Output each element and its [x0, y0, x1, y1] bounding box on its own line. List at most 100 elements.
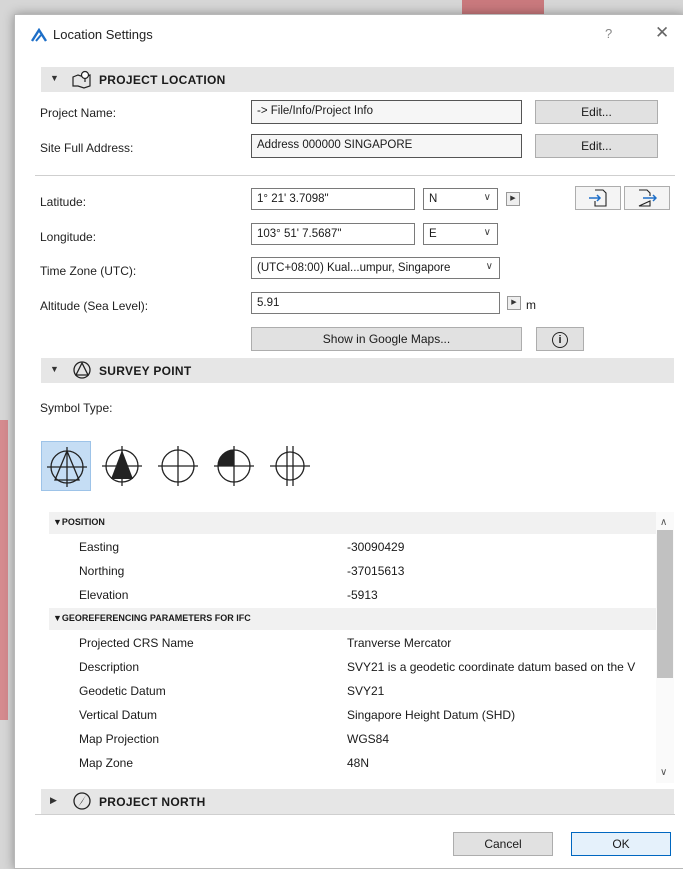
window-title: Location Settings: [53, 27, 153, 42]
archicad-logo-icon: [31, 28, 47, 42]
edit-site-address-button[interactable]: Edit...: [535, 134, 658, 158]
property-value: Singapore Height Datum (SHD): [347, 708, 516, 722]
table-row[interactable]: Northing -37015613: [49, 560, 656, 583]
table-row[interactable]: Map Projection WGS84: [49, 728, 656, 751]
export-file-icon: [638, 189, 658, 207]
survey-point-header[interactable]: ▼ SURVEY POINT: [41, 358, 674, 383]
project-north-header[interactable]: ▶ PROJECT NORTH: [41, 789, 674, 814]
table-row[interactable]: Description SVY21 is a geodetic coordinat…: [49, 656, 656, 679]
info-button[interactable]: i: [536, 327, 584, 351]
section-title: SURVEY POINT: [99, 364, 192, 378]
property-value: Tranverse Mercator: [347, 636, 452, 650]
scrollbar-thumb[interactable]: [657, 530, 673, 678]
property-name: Projected CRS Name: [79, 636, 194, 650]
property-name: Vertical Datum: [79, 708, 158, 722]
property-value: SVY21 is a geodetic coordinate datum bas…: [347, 660, 636, 674]
collapsed-triangle-icon: ▶: [50, 795, 57, 805]
import-file-icon: [589, 189, 607, 207]
timezone-select[interactable]: (UTC+08:00) Kual...umpur, Singapore ∨: [251, 257, 500, 279]
survey-point-properties-table: ▼POSITION Easting -30090429 Northing -37015…: [49, 512, 674, 783]
table-row[interactable]: Vertical Datum Singapore Height Datum (SH…: [49, 704, 656, 727]
scroll-up-arrow-icon[interactable]: ∧: [660, 517, 667, 528]
property-value: SVY21: [347, 684, 385, 698]
project-name-label: Project Name:: [40, 106, 117, 120]
show-in-google-maps-button[interactable]: Show in Google Maps...: [251, 327, 522, 351]
symbol-option-4[interactable]: [209, 441, 259, 491]
altitude-arrow-icon[interactable]: ▶: [507, 296, 521, 310]
property-value: WGS84: [347, 732, 390, 746]
property-value: -5913: [347, 588, 378, 602]
longitude-direction-select[interactable]: E ∨: [423, 223, 498, 245]
altitude-unit: m: [526, 298, 536, 312]
table-row[interactable]: Map Zone 48N: [49, 752, 656, 775]
property-value: -37015613: [347, 564, 405, 578]
project-location-header[interactable]: ▼ PROJECT LOCATION: [41, 67, 674, 92]
project-north-icon: [73, 792, 91, 810]
table-row[interactable]: Easting -30090429: [49, 536, 656, 559]
cancel-button[interactable]: Cancel: [453, 832, 553, 856]
import-location-button[interactable]: [575, 186, 621, 210]
edit-project-name-button[interactable]: Edit...: [535, 100, 658, 124]
scroll-down-arrow-icon[interactable]: ∨: [660, 767, 667, 778]
property-name: Easting: [79, 540, 120, 554]
site-address-label: Site Full Address:: [40, 141, 134, 155]
section-title: PROJECT NORTH: [99, 795, 206, 809]
timezone-label: Time Zone (UTC):: [40, 264, 137, 278]
site-address-field[interactable]: Address 000000 SINGAPORE: [251, 134, 522, 158]
project-name-field[interactable]: -> File/Info/Project Info: [251, 100, 522, 124]
property-name: Elevation: [79, 588, 129, 602]
table-row[interactable]: Geodetic Datum SVY21: [49, 680, 656, 703]
export-location-button[interactable]: [624, 186, 670, 210]
chevron-down-icon: ∨: [485, 261, 493, 272]
longitude-direction-value: E: [429, 228, 437, 240]
background-accent-left: [0, 420, 8, 720]
latitude-direction-select[interactable]: N ∨: [423, 188, 498, 210]
divider: [35, 175, 675, 176]
altitude-label: Altitude (Sea Level):: [40, 299, 149, 313]
property-name: Northing: [79, 564, 125, 578]
table-row[interactable]: Elevation -5913: [49, 584, 656, 607]
chevron-down-icon: ∨: [483, 227, 491, 238]
survey-symbol-triangle-filled-icon: [102, 446, 142, 486]
help-button[interactable]: ?: [605, 26, 612, 41]
longitude-input[interactable]: 103° 51' 7.5687": [251, 223, 415, 245]
location-map-icon: [72, 70, 91, 89]
timezone-value: (UTC+08:00) Kual...umpur, Singapore: [257, 262, 451, 274]
position-group-header[interactable]: ▼POSITION: [49, 512, 656, 534]
chevron-down-icon: ∨: [483, 192, 491, 203]
position-group-label: ▼POSITION: [53, 517, 105, 527]
latitude-input[interactable]: 1° 21' 3.7098": [251, 188, 415, 210]
longitude-label: Longitude:: [40, 230, 97, 244]
survey-point-icon: [73, 361, 91, 379]
property-name: Map Zone: [79, 756, 134, 770]
expanded-triangle-icon: ▼: [50, 73, 59, 83]
info-icon: i: [552, 332, 568, 348]
property-name: Description: [79, 660, 140, 674]
altitude-input[interactable]: 5.91: [251, 292, 500, 314]
property-name: Geodetic Datum: [79, 684, 166, 698]
georef-group-header[interactable]: ▼GEOREFERENCING PARAMETERS FOR IFC: [49, 608, 656, 630]
survey-symbol-triangle-outline-icon: [47, 447, 87, 487]
property-value: 48N: [347, 756, 370, 770]
table-row[interactable]: Projected CRS Name Tranverse Mercator: [49, 632, 656, 655]
latitude-direction-value: N: [429, 193, 438, 205]
survey-symbol-quarter-filled-icon: [214, 446, 254, 486]
symbol-type-label: Symbol Type:: [40, 401, 113, 415]
location-settings-dialog: Location Settings ? ✕ ▼ PROJECT LOCATION…: [14, 14, 683, 869]
georef-group-label: ▼GEOREFERENCING PARAMETERS FOR IFC: [53, 613, 251, 623]
ok-button[interactable]: OK: [571, 832, 671, 856]
symbol-option-3[interactable]: [153, 441, 203, 491]
survey-symbol-double-cross-icon: [270, 446, 310, 486]
close-button[interactable]: ✕: [655, 23, 669, 43]
expanded-triangle-icon: ▼: [50, 364, 59, 374]
title-bar: Location Settings ? ✕: [15, 15, 683, 53]
section-title: PROJECT LOCATION: [99, 73, 226, 87]
symbol-option-2[interactable]: [97, 441, 147, 491]
survey-symbol-crosshair-icon: [158, 446, 198, 486]
property-value: -30090429: [347, 540, 405, 554]
symbol-option-5[interactable]: [265, 441, 315, 491]
property-name: Map Projection: [79, 732, 160, 746]
symbol-option-1[interactable]: [41, 441, 91, 491]
footer-divider: [35, 814, 675, 815]
latitude-arrow-icon[interactable]: ▶: [506, 192, 520, 206]
